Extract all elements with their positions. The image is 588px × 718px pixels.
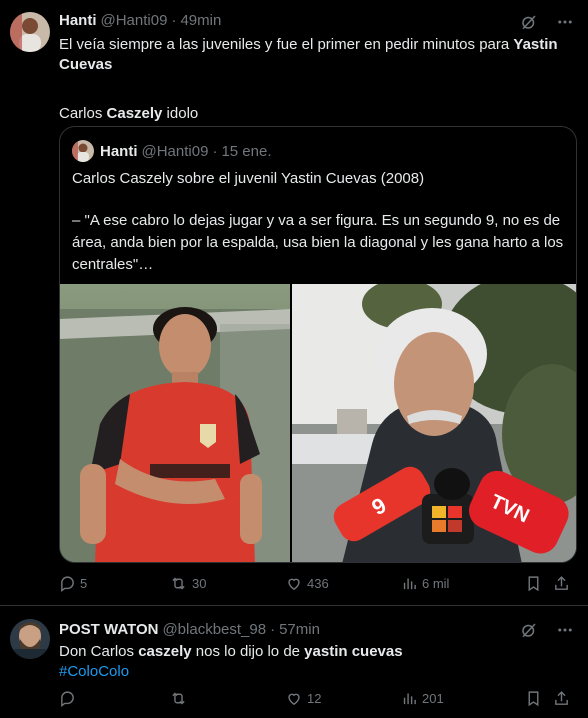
tweet-text-part: Carlos: [59, 105, 107, 122]
views-icon: [401, 690, 418, 707]
like-icon: [285, 575, 303, 592]
like-button[interactable]: 12: [285, 690, 401, 707]
retweet-icon: [169, 690, 188, 707]
share-button[interactable]: [553, 690, 570, 707]
separator-dot: ·: [270, 621, 276, 638]
quoted-tweet-header: Hanti @Hanti09 · 15 ene.: [72, 140, 271, 162]
tweet-text: El veía siempre a las juveniles y fue el…: [59, 35, 574, 124]
tweet-text-part: El veía siempre a las juveniles y fue el…: [59, 36, 514, 53]
bookmark-icon: [525, 690, 542, 707]
like-count: 436: [307, 576, 329, 591]
reply-icon: [59, 575, 76, 592]
tweet-text-bold: yastin cuevas: [304, 643, 403, 660]
quoted-tweet-text: Carlos Caszely sobre el juvenil Yastin C…: [72, 168, 564, 276]
avatar[interactable]: [10, 12, 50, 52]
tweet-text-part: idolo: [162, 105, 199, 122]
author-handle[interactable]: @Hanti09: [101, 12, 168, 29]
bookmark-button[interactable]: [525, 575, 553, 592]
more-icon[interactable]: [556, 13, 574, 31]
more-icon[interactable]: [556, 621, 574, 639]
retweet-button[interactable]: [169, 690, 285, 707]
views-button[interactable]: 201: [401, 690, 525, 707]
grok-icon[interactable]: [520, 621, 538, 639]
timestamp[interactable]: 49min: [180, 12, 221, 29]
tweet-actions: 5 30 436 6 mil: [59, 575, 577, 592]
quoted-tweet-body: – "A ese cabro lo dejas jugar y va a ser…: [72, 212, 564, 273]
bookmark-button[interactable]: [525, 690, 553, 707]
timestamp: 15 ene.: [221, 142, 272, 160]
quoted-tweet-title: Carlos Caszely sobre el juvenil Yastin C…: [72, 170, 425, 187]
tweet-header: Hanti @Hanti09 · 49min: [59, 12, 221, 29]
quoted-tweet-media[interactable]: 9 TVN: [60, 284, 576, 562]
quoted-tweet[interactable]: Hanti @Hanti09 · 15 ene. Carlos Caszely …: [59, 126, 577, 563]
tweet-actions: 12 201: [59, 690, 577, 707]
reply-button[interactable]: [59, 690, 169, 707]
tweet[interactable]: Hanti @Hanti09 · 49min El veía siempre a…: [0, 0, 588, 606]
reply-button[interactable]: 5: [59, 575, 169, 592]
like-icon: [285, 690, 303, 707]
author-handle: @Hanti09: [141, 142, 209, 160]
author-name: Hanti: [100, 142, 138, 160]
bookmark-icon: [525, 575, 542, 592]
grok-icon[interactable]: [520, 13, 538, 31]
views-count: 201: [422, 691, 444, 706]
like-button[interactable]: 436: [285, 575, 401, 592]
author-handle[interactable]: @blackbest_98: [162, 621, 266, 638]
tweet-text-part: nos lo dijo lo de: [191, 643, 305, 660]
hashtag-link[interactable]: #ColoColo: [59, 663, 129, 680]
avatar[interactable]: [10, 619, 50, 659]
reply-count: 5: [80, 576, 88, 591]
tweet-text: Don Carlos caszely nos lo dijo lo de yas…: [59, 642, 574, 682]
share-button[interactable]: [553, 575, 570, 592]
retweet-button[interactable]: 30: [169, 575, 285, 592]
retweet-count: 30: [192, 576, 207, 591]
retweet-icon: [169, 575, 188, 592]
tweet[interactable]: POST WATON @blackbest_98 · 57min Don Car…: [0, 606, 588, 718]
views-button[interactable]: 6 mil: [401, 575, 525, 592]
reply-icon: [59, 690, 76, 707]
tweet-text-part: Don Carlos: [59, 643, 139, 660]
views-count: 6 mil: [422, 576, 450, 591]
views-icon: [401, 575, 418, 592]
tweet-header: POST WATON @blackbest_98 · 57min: [59, 621, 320, 638]
like-count: 12: [307, 691, 322, 706]
avatar: [72, 140, 94, 162]
author-name[interactable]: POST WATON: [59, 621, 158, 638]
separator-dot: ·: [171, 12, 177, 29]
tweet-top-actions: [520, 621, 574, 639]
caszely-photo[interactable]: 9 TVN: [292, 284, 576, 562]
tweet-top-actions: [520, 13, 574, 31]
author-name[interactable]: Hanti: [59, 12, 97, 29]
timestamp[interactable]: 57min: [279, 621, 320, 638]
tweet-text-bold: Caszely: [106, 105, 163, 122]
player-photo[interactable]: [60, 284, 290, 562]
separator-dot: ·: [212, 142, 218, 160]
share-icon: [553, 575, 570, 592]
share-icon: [553, 690, 570, 707]
tweet-text-bold: caszely: [138, 643, 192, 660]
